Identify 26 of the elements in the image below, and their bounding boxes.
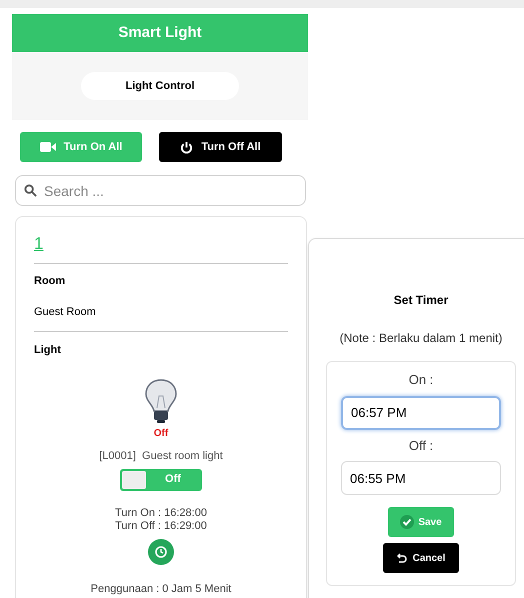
clock-icon bbox=[155, 546, 167, 558]
search-field[interactable]: Search ... bbox=[15, 175, 306, 206]
turn-off-time: Turn Off : 16:29:00 bbox=[115, 520, 207, 532]
cancel-button[interactable]: Cancel bbox=[383, 543, 459, 573]
time-label: Off : bbox=[408, 436, 434, 454]
turn-off-all-button[interactable]: Turn Off All bbox=[159, 132, 282, 162]
section-title: Light Control bbox=[81, 72, 239, 100]
camera-icon bbox=[40, 141, 56, 153]
device-name: [L0001] Guest room light bbox=[99, 449, 223, 464]
time-field[interactable]: 06:55 PM bbox=[341, 461, 501, 495]
dialog-title: Set Timer bbox=[394, 292, 448, 309]
timer-note: (Note : Berlaku dalam 1 menit) bbox=[340, 330, 502, 347]
power-icon bbox=[180, 140, 194, 154]
light-status: Off bbox=[154, 427, 168, 441]
search-icon bbox=[24, 184, 37, 197]
app-header: Smart Light bbox=[12, 14, 308, 52]
timer-button[interactable] bbox=[148, 538, 174, 564]
turn-on-time: Turn On : 16:28:00 bbox=[115, 506, 207, 520]
light-label: Light bbox=[34, 342, 62, 358]
usage-text: Penggunaan : 0 Jam 5 Menit bbox=[90, 582, 232, 596]
room-label: Room bbox=[34, 274, 66, 289]
room-value: Guest Room bbox=[34, 306, 96, 318]
undo-icon bbox=[396, 553, 407, 563]
time-field[interactable]: 06:57 PM bbox=[341, 396, 501, 430]
check-icon bbox=[400, 515, 414, 529]
time-label: On : bbox=[408, 371, 434, 389]
